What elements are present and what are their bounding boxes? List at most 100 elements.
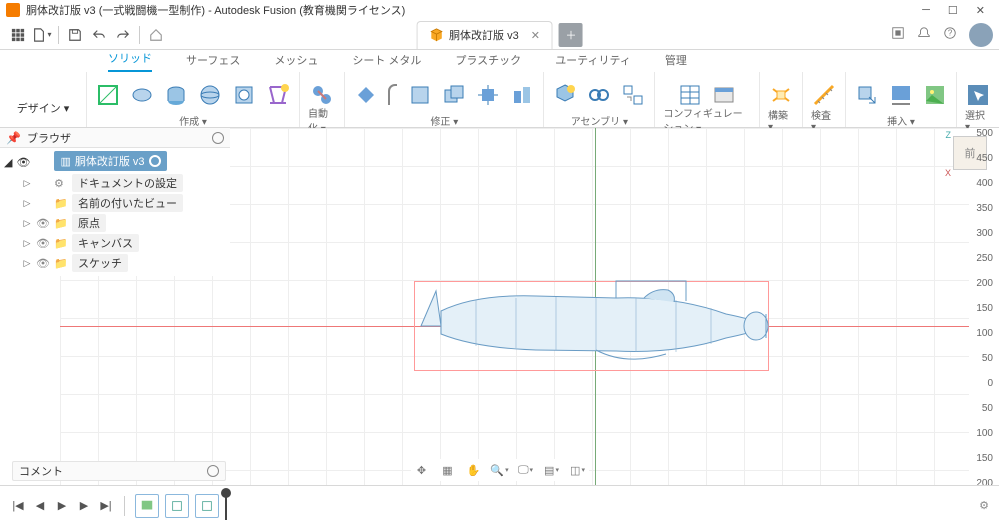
tree-item[interactable]: ▷👁📁原点 bbox=[0, 213, 230, 233]
apps-grid-icon[interactable] bbox=[6, 23, 30, 47]
joint-icon[interactable] bbox=[586, 82, 612, 108]
ribbon-tab-sheetmetal[interactable]: シート メタル bbox=[352, 52, 421, 72]
tab-label: 胴体改訂版 v3 bbox=[449, 27, 519, 43]
comment-options-icon[interactable] bbox=[207, 465, 219, 477]
document-tab[interactable]: 胴体改訂版 v3 ✕ bbox=[416, 21, 553, 49]
sweep-icon[interactable] bbox=[231, 82, 257, 108]
visibility-icon[interactable]: 👁 bbox=[36, 217, 50, 230]
user-avatar[interactable] bbox=[969, 23, 993, 47]
ribbon-tabs: ソリッド サーフェス メッシュ シート メタル プラスチック ユーティリティ 管… bbox=[0, 50, 999, 72]
insert-decal-icon[interactable] bbox=[888, 82, 914, 108]
undo-icon[interactable] bbox=[87, 23, 111, 47]
expand-icon[interactable]: ▷ bbox=[22, 198, 32, 209]
automate-icon[interactable] bbox=[309, 82, 335, 108]
design-workspace-button[interactable]: デザイン ▾ bbox=[8, 76, 78, 116]
timeline-feature-1[interactable] bbox=[135, 494, 159, 518]
group-label-insert[interactable]: 挿入 ▾ bbox=[887, 113, 915, 127]
viewport-layout-icon[interactable]: ◫ bbox=[569, 461, 587, 479]
lookAt-icon[interactable]: ▦ bbox=[439, 461, 457, 479]
tree-root[interactable]: ▥ 胴体改訂版 v3 bbox=[54, 151, 166, 171]
group-label-inspect[interactable]: 検査 ▾ bbox=[811, 113, 837, 127]
tree-item[interactable]: ▷⚙ドキュメントの設定 bbox=[0, 173, 230, 193]
maximize-button[interactable]: ☐ bbox=[948, 4, 958, 17]
joint-origin-icon[interactable] bbox=[620, 82, 646, 108]
expand-icon[interactable]: ▷ bbox=[22, 238, 32, 249]
group-label-assembly[interactable]: アセンブリ ▾ bbox=[571, 113, 628, 127]
ribbon-tab-surface[interactable]: サーフェス bbox=[186, 52, 240, 72]
grid-settings-icon[interactable]: ▤ bbox=[543, 461, 561, 479]
ribbon-tab-plastic[interactable]: プラスチック bbox=[455, 52, 521, 72]
insert-canvas-icon[interactable] bbox=[922, 82, 948, 108]
timeline-feature-2[interactable] bbox=[165, 494, 189, 518]
config-table-icon[interactable] bbox=[677, 82, 703, 108]
display-icon[interactable]: 🖵 bbox=[517, 461, 535, 479]
window-titlebar: 胴体改訂版 v3 (一式戦闘機一型制作) - Autodesk Fusion (… bbox=[0, 0, 999, 20]
notifications-icon[interactable] bbox=[917, 26, 931, 43]
tree-collapse-icon[interactable]: ◢ bbox=[4, 156, 12, 169]
group-label-select[interactable]: 選択 ▾ bbox=[965, 113, 991, 127]
fillet-icon[interactable] bbox=[387, 82, 399, 108]
new-tab-button[interactable]: ＋ bbox=[559, 23, 583, 47]
timeline-settings-icon[interactable]: ⚙ bbox=[979, 499, 989, 512]
save-icon[interactable] bbox=[63, 23, 87, 47]
tree-item[interactable]: ▷👁📁スケッチ bbox=[0, 253, 230, 273]
align-icon[interactable] bbox=[509, 82, 535, 108]
insert-derive-icon[interactable] bbox=[854, 82, 880, 108]
timeline-start-icon[interactable]: |◀ bbox=[10, 498, 26, 514]
group-label-auto[interactable]: 自動化 ▾ bbox=[308, 113, 336, 127]
group-label-config[interactable]: コンフィギュレーション ▾ bbox=[663, 113, 751, 127]
tree-item-label: ドキュメントの設定 bbox=[72, 174, 183, 192]
expand-icon[interactable]: ▷ bbox=[22, 258, 32, 269]
measure-icon[interactable] bbox=[811, 82, 837, 108]
timeline-feature-3[interactable] bbox=[195, 494, 219, 518]
create-form-icon[interactable] bbox=[129, 82, 155, 108]
zoom-icon[interactable]: 🔍 bbox=[491, 461, 509, 479]
group-label-construct[interactable]: 構築 ▾ bbox=[768, 113, 794, 127]
help-icon[interactable]: ? bbox=[943, 26, 957, 43]
revolve-icon[interactable] bbox=[197, 82, 223, 108]
comments-bar[interactable]: コメント bbox=[12, 461, 226, 481]
presspull-icon[interactable] bbox=[353, 82, 379, 108]
construct-plane-icon[interactable] bbox=[768, 82, 794, 108]
ribbon-tab-manage[interactable]: 管理 bbox=[665, 52, 687, 72]
timeline-next-icon[interactable]: ▶ bbox=[76, 498, 92, 514]
timeline-prev-icon[interactable]: ◀ bbox=[32, 498, 48, 514]
redo-icon[interactable] bbox=[111, 23, 135, 47]
combine-icon[interactable] bbox=[441, 82, 467, 108]
ribbon-tab-solid[interactable]: ソリッド bbox=[108, 50, 152, 72]
tree-item-label: 名前の付いたビュー bbox=[72, 194, 183, 212]
ribbon-tab-mesh[interactable]: メッシュ bbox=[274, 52, 318, 72]
move-icon[interactable] bbox=[475, 82, 501, 108]
tab-close-icon[interactable]: ✕ bbox=[531, 29, 540, 42]
visibility-icon[interactable]: 👁 bbox=[36, 257, 50, 270]
select-icon[interactable] bbox=[965, 82, 991, 108]
visibility-icon[interactable]: 👁 bbox=[16, 156, 30, 169]
pin-icon[interactable]: 📌 bbox=[6, 131, 21, 145]
timeline-playhead[interactable] bbox=[225, 492, 227, 520]
extrude-icon[interactable] bbox=[163, 82, 189, 108]
timeline-end-icon[interactable]: ▶| bbox=[98, 498, 114, 514]
activate-radio[interactable] bbox=[149, 155, 161, 167]
browser-options-icon[interactable] bbox=[212, 132, 224, 144]
sketch-icon[interactable] bbox=[95, 82, 121, 108]
minimize-button[interactable]: ─ bbox=[922, 4, 930, 17]
home-icon[interactable] bbox=[144, 23, 168, 47]
pan-icon[interactable]: ✋ bbox=[465, 461, 483, 479]
orbit-icon[interactable]: ✥ bbox=[413, 461, 431, 479]
shell-icon[interactable] bbox=[407, 82, 433, 108]
group-label-create[interactable]: 作成 ▾ bbox=[179, 113, 207, 127]
config-theme-icon[interactable] bbox=[711, 82, 737, 108]
tree-item[interactable]: ▷👁📁キャンバス bbox=[0, 233, 230, 253]
group-label-modify[interactable]: 修正 ▾ bbox=[430, 113, 458, 127]
timeline-play-icon[interactable]: ▶ bbox=[54, 498, 70, 514]
ribbon-tab-utility[interactable]: ユーティリティ bbox=[555, 52, 631, 72]
visibility-icon[interactable]: 👁 bbox=[36, 237, 50, 250]
expand-icon[interactable]: ▷ bbox=[22, 218, 32, 229]
close-button[interactable]: ✕ bbox=[976, 4, 985, 17]
tree-item[interactable]: ▷📁名前の付いたビュー bbox=[0, 193, 230, 213]
file-menu-icon[interactable]: ▾ bbox=[30, 23, 54, 47]
expand-icon[interactable]: ▷ bbox=[22, 178, 32, 189]
component-icon[interactable] bbox=[552, 82, 578, 108]
loft-icon[interactable] bbox=[265, 82, 291, 108]
extensions-icon[interactable] bbox=[891, 26, 905, 43]
